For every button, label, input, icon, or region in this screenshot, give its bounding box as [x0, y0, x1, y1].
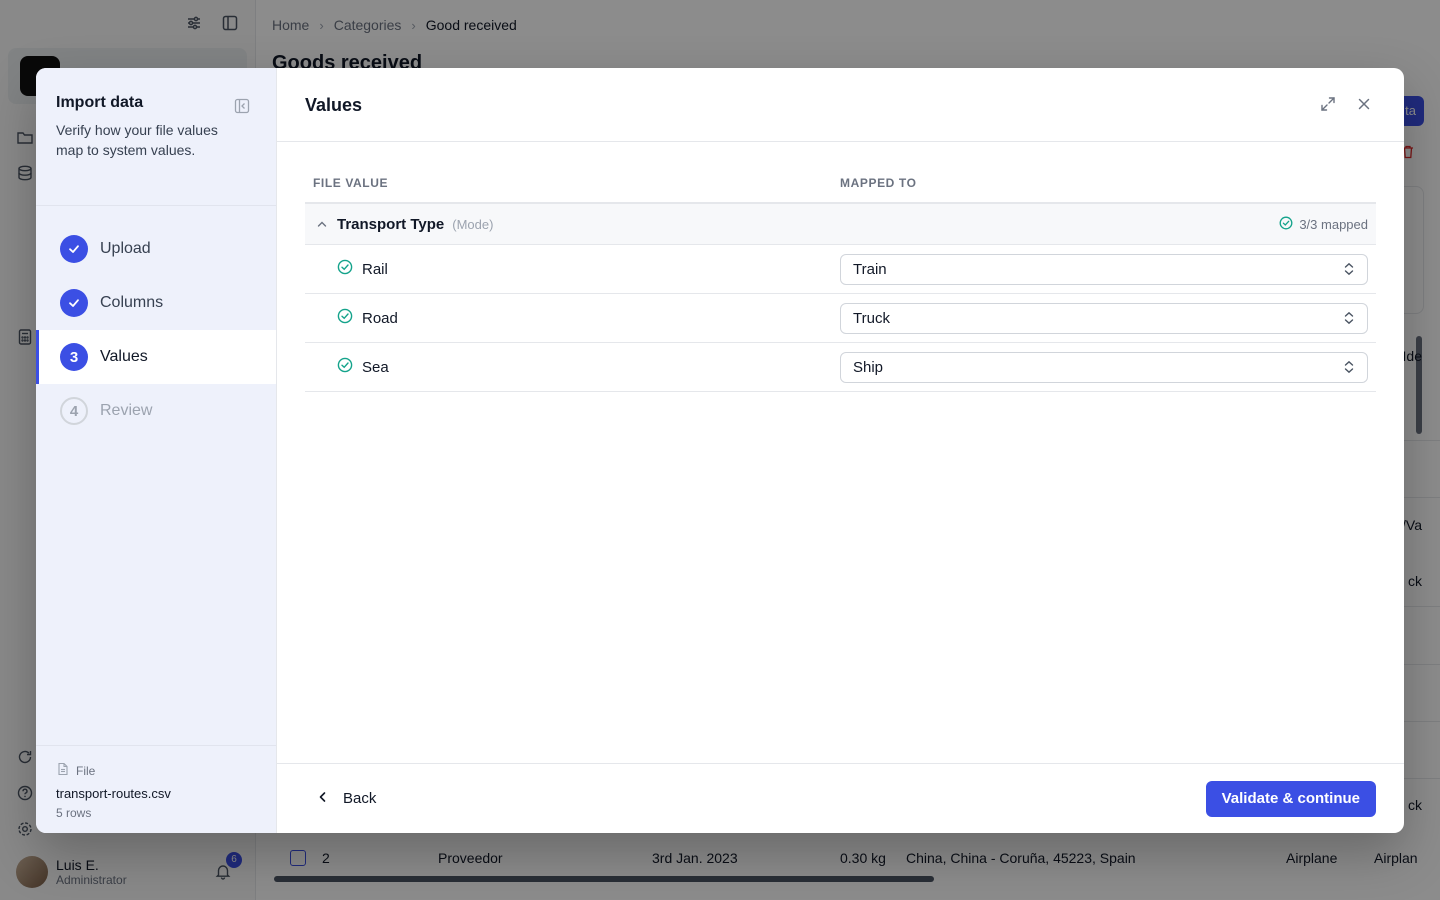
wizard-description: Verify how your file values map to syste… [56, 122, 218, 158]
step-number: 3 [60, 343, 88, 371]
step-label: Review [100, 402, 153, 419]
group-subtitle: (Mode) [452, 216, 494, 232]
import-modal: Import data Verify how your file values … [36, 68, 1404, 833]
mapped-value-select[interactable]: Train [840, 253, 1368, 285]
file-icon [56, 762, 70, 779]
step-columns[interactable]: Columns [36, 276, 276, 330]
panel-footer: Back Validate & continue [277, 763, 1404, 833]
file-row-count: 5 rows [56, 806, 92, 820]
check-icon [60, 235, 88, 263]
table-row: Road Truck [305, 294, 1376, 343]
back-button[interactable]: Back [305, 782, 388, 815]
chevron-up-down-icon [1343, 310, 1355, 326]
group-name: Transport Type [337, 215, 445, 233]
chevron-up-down-icon [1343, 261, 1355, 277]
mapped-value-select[interactable]: Ship [840, 351, 1368, 383]
file-info: File transport-routes.csv 5 rows [36, 745, 276, 833]
wizard-header: Import data Verify how your file values … [36, 68, 276, 206]
chevron-left-icon [317, 790, 329, 807]
back-label: Back [343, 790, 377, 807]
check-circle-icon [337, 357, 353, 378]
panel-header: Values [277, 68, 1404, 142]
chevron-up-down-icon [1343, 359, 1355, 375]
expand-icon[interactable] [1320, 96, 1336, 112]
wizard-title: Import data [56, 94, 144, 111]
table-header: FILE VALUE MAPPED TO [305, 176, 1376, 204]
mapping-count: 3/3 mapped [1299, 216, 1368, 232]
selected-value: Ship [853, 358, 884, 376]
collapse-panel-icon[interactable] [234, 98, 250, 114]
file-value: Road [362, 309, 398, 327]
value-mapping-table: FILE VALUE MAPPED TO Transport Type (Mod… [305, 176, 1376, 392]
file-name: transport-routes.csv [56, 786, 171, 801]
validate-continue-button[interactable]: Validate & continue [1205, 780, 1376, 817]
chevron-up-icon[interactable] [315, 217, 329, 231]
panel-title: Values [305, 95, 363, 115]
check-circle-icon [337, 308, 353, 329]
file-caption: File [76, 763, 96, 778]
import-wizard-sidebar: Import data Verify how your file values … [36, 68, 277, 833]
column-header-mapped-to: MAPPED TO [840, 176, 917, 190]
file-value: Rail [362, 260, 388, 278]
values-panel: Values FILE VALUE MAPPED TO Transport Ty… [277, 68, 1404, 833]
step-number: 4 [60, 397, 88, 425]
check-circle-icon [1279, 216, 1293, 233]
step-review[interactable]: 4 Review [36, 384, 276, 438]
table-row: Rail Train [305, 245, 1376, 294]
step-values[interactable]: 3 Values [36, 330, 276, 384]
selected-value: Truck [853, 309, 890, 327]
check-icon [60, 289, 88, 317]
column-header-file-value: FILE VALUE [313, 176, 389, 190]
selected-value: Train [853, 260, 887, 278]
file-value: Sea [362, 358, 389, 376]
step-label: Columns [100, 294, 164, 311]
mapping-status: 3/3 mapped [1279, 216, 1368, 233]
check-circle-icon [337, 259, 353, 280]
step-label: Values [100, 348, 148, 365]
mapped-value-select[interactable]: Truck [840, 302, 1368, 334]
close-icon[interactable] [1356, 96, 1372, 112]
step-upload[interactable]: Upload [36, 222, 276, 276]
table-row: Sea Ship [305, 343, 1376, 392]
wizard-steps: Upload Columns 3 Values 4 Review [36, 222, 276, 438]
step-label: Upload [100, 240, 151, 257]
group-row-transport-type[interactable]: Transport Type (Mode) 3/3 mapped [305, 204, 1376, 245]
